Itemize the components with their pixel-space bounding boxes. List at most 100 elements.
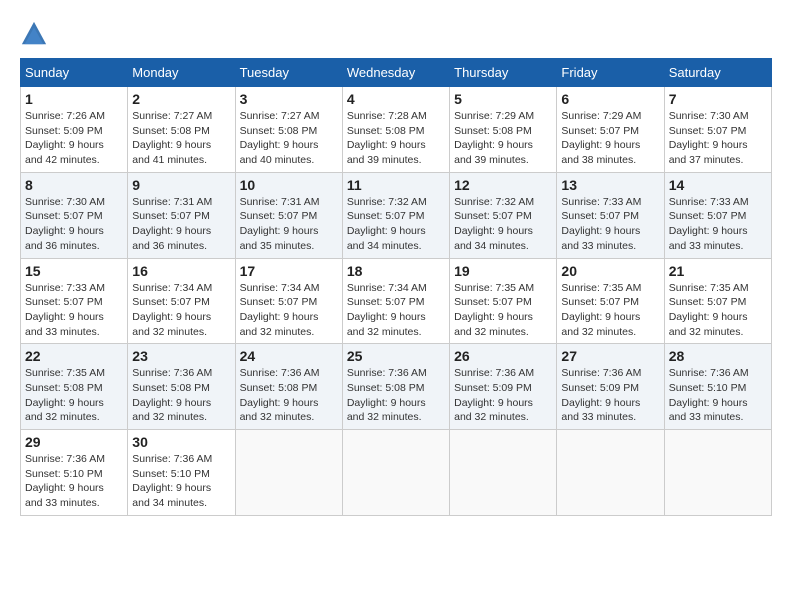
day-info: Sunrise: 7:33 AMSunset: 5:07 PMDaylight:…	[561, 195, 659, 254]
empty-cell	[557, 430, 664, 516]
empty-cell	[664, 430, 771, 516]
day-number: 17	[240, 263, 338, 279]
day-number: 20	[561, 263, 659, 279]
day-info: Sunrise: 7:36 AMSunset: 5:09 PMDaylight:…	[561, 366, 659, 425]
day-number: 29	[25, 434, 123, 450]
day-info: Sunrise: 7:32 AMSunset: 5:07 PMDaylight:…	[454, 195, 552, 254]
day-info: Sunrise: 7:33 AMSunset: 5:07 PMDaylight:…	[25, 281, 123, 340]
day-number: 27	[561, 348, 659, 364]
calendar-week-row: 22 Sunrise: 7:35 AMSunset: 5:08 PMDayligh…	[21, 344, 772, 430]
calendar-day-cell: 9 Sunrise: 7:31 AMSunset: 5:07 PMDaylight…	[128, 172, 235, 258]
day-number: 4	[347, 91, 445, 107]
calendar-day-cell: 14 Sunrise: 7:33 AMSunset: 5:07 PMDayligh…	[664, 172, 771, 258]
day-info: Sunrise: 7:36 AMSunset: 5:08 PMDaylight:…	[240, 366, 338, 425]
day-number: 12	[454, 177, 552, 193]
calendar-day-cell: 16 Sunrise: 7:34 AMSunset: 5:07 PMDayligh…	[128, 258, 235, 344]
day-info: Sunrise: 7:36 AMSunset: 5:10 PMDaylight:…	[669, 366, 767, 425]
calendar-day-cell: 11 Sunrise: 7:32 AMSunset: 5:07 PMDayligh…	[342, 172, 449, 258]
col-header-wednesday: Wednesday	[342, 59, 449, 87]
calendar-table: SundayMondayTuesdayWednesdayThursdayFrid…	[20, 58, 772, 516]
day-info: Sunrise: 7:35 AMSunset: 5:08 PMDaylight:…	[25, 366, 123, 425]
day-info: Sunrise: 7:31 AMSunset: 5:07 PMDaylight:…	[240, 195, 338, 254]
day-number: 9	[132, 177, 230, 193]
day-info: Sunrise: 7:36 AMSunset: 5:08 PMDaylight:…	[132, 366, 230, 425]
day-number: 14	[669, 177, 767, 193]
day-number: 5	[454, 91, 552, 107]
calendar-day-cell: 2Sunrise: 7:27 AMSunset: 5:08 PMDaylight…	[128, 87, 235, 173]
calendar-day-cell: 17 Sunrise: 7:34 AMSunset: 5:07 PMDayligh…	[235, 258, 342, 344]
day-number: 11	[347, 177, 445, 193]
col-header-friday: Friday	[557, 59, 664, 87]
day-info: Sunrise: 7:30 AMSunset: 5:07 PMDaylight:…	[669, 109, 767, 168]
calendar-week-row: 1 Sunrise: 7:26 AMSunset: 5:09 PMDaylight…	[21, 87, 772, 173]
day-number: 16	[132, 263, 230, 279]
day-number: 22	[25, 348, 123, 364]
col-header-monday: Monday	[128, 59, 235, 87]
empty-cell	[342, 430, 449, 516]
calendar-day-cell: 25 Sunrise: 7:36 AMSunset: 5:08 PMDayligh…	[342, 344, 449, 430]
calendar-day-cell: 15 Sunrise: 7:33 AMSunset: 5:07 PMDayligh…	[21, 258, 128, 344]
day-number: 25	[347, 348, 445, 364]
calendar-header-row: SundayMondayTuesdayWednesdayThursdayFrid…	[21, 59, 772, 87]
calendar-day-cell: 13 Sunrise: 7:33 AMSunset: 5:07 PMDayligh…	[557, 172, 664, 258]
day-info: Sunrise: 7:36 AMSunset: 5:10 PMDaylight:…	[25, 452, 123, 511]
calendar-day-cell: 6 Sunrise: 7:29 AMSunset: 5:07 PMDaylight…	[557, 87, 664, 173]
day-number: 3	[240, 91, 338, 107]
calendar-day-cell: 29 Sunrise: 7:36 AMSunset: 5:10 PMDayligh…	[21, 430, 128, 516]
day-info: Sunrise: 7:34 AMSunset: 5:07 PMDaylight:…	[347, 281, 445, 340]
calendar-week-row: 15 Sunrise: 7:33 AMSunset: 5:07 PMDayligh…	[21, 258, 772, 344]
calendar-day-cell: 24Sunrise: 7:36 AMSunset: 5:08 PMDayligh…	[235, 344, 342, 430]
calendar-day-cell: 22 Sunrise: 7:35 AMSunset: 5:08 PMDayligh…	[21, 344, 128, 430]
day-number: 21	[669, 263, 767, 279]
day-number: 19	[454, 263, 552, 279]
day-number: 26	[454, 348, 552, 364]
day-info: Sunrise: 7:36 AMSunset: 5:08 PMDaylight:…	[347, 366, 445, 425]
page-header	[20, 20, 772, 48]
day-info: Sunrise: 7:26 AMSunset: 5:09 PMDaylight:…	[25, 109, 123, 168]
calendar-day-cell: 20Sunrise: 7:35 AMSunset: 5:07 PMDayligh…	[557, 258, 664, 344]
day-info: Sunrise: 7:34 AMSunset: 5:07 PMDaylight:…	[132, 281, 230, 340]
calendar-day-cell: 12 Sunrise: 7:32 AMSunset: 5:07 PMDayligh…	[450, 172, 557, 258]
day-number: 2	[132, 91, 230, 107]
day-number: 23	[132, 348, 230, 364]
calendar-day-cell: 8 Sunrise: 7:30 AMSunset: 5:07 PMDaylight…	[21, 172, 128, 258]
day-info: Sunrise: 7:27 AMSunset: 5:08 PMDaylight:…	[240, 109, 338, 168]
day-info: Sunrise: 7:34 AMSunset: 5:07 PMDaylight:…	[240, 281, 338, 340]
calendar-day-cell: 10 Sunrise: 7:31 AMSunset: 5:07 PMDayligh…	[235, 172, 342, 258]
day-number: 8	[25, 177, 123, 193]
day-number: 10	[240, 177, 338, 193]
col-header-saturday: Saturday	[664, 59, 771, 87]
calendar-day-cell: 1 Sunrise: 7:26 AMSunset: 5:09 PMDaylight…	[21, 87, 128, 173]
day-info: Sunrise: 7:30 AMSunset: 5:07 PMDaylight:…	[25, 195, 123, 254]
day-number: 15	[25, 263, 123, 279]
day-number: 7	[669, 91, 767, 107]
empty-cell	[235, 430, 342, 516]
calendar-day-cell: 7 Sunrise: 7:30 AMSunset: 5:07 PMDaylight…	[664, 87, 771, 173]
col-header-tuesday: Tuesday	[235, 59, 342, 87]
day-info: Sunrise: 7:36 AMSunset: 5:10 PMDaylight:…	[132, 452, 230, 511]
empty-cell	[450, 430, 557, 516]
day-info: Sunrise: 7:32 AMSunset: 5:07 PMDaylight:…	[347, 195, 445, 254]
day-info: Sunrise: 7:29 AMSunset: 5:08 PMDaylight:…	[454, 109, 552, 168]
day-info: Sunrise: 7:33 AMSunset: 5:07 PMDaylight:…	[669, 195, 767, 254]
day-info: Sunrise: 7:35 AMSunset: 5:07 PMDaylight:…	[669, 281, 767, 340]
day-number: 18	[347, 263, 445, 279]
day-number: 28	[669, 348, 767, 364]
logo-icon	[20, 20, 48, 48]
calendar-day-cell: 18 Sunrise: 7:34 AMSunset: 5:07 PMDayligh…	[342, 258, 449, 344]
day-info: Sunrise: 7:36 AMSunset: 5:09 PMDaylight:…	[454, 366, 552, 425]
calendar-day-cell: 26 Sunrise: 7:36 AMSunset: 5:09 PMDayligh…	[450, 344, 557, 430]
day-info: Sunrise: 7:35 AMSunset: 5:07 PMDaylight:…	[454, 281, 552, 340]
day-number: 6	[561, 91, 659, 107]
day-info: Sunrise: 7:28 AMSunset: 5:08 PMDaylight:…	[347, 109, 445, 168]
calendar-day-cell: 23 Sunrise: 7:36 AMSunset: 5:08 PMDayligh…	[128, 344, 235, 430]
calendar-day-cell: 19 Sunrise: 7:35 AMSunset: 5:07 PMDayligh…	[450, 258, 557, 344]
day-number: 13	[561, 177, 659, 193]
calendar-day-cell: 21 Sunrise: 7:35 AMSunset: 5:07 PMDayligh…	[664, 258, 771, 344]
day-number: 1	[25, 91, 123, 107]
logo	[20, 20, 52, 48]
day-info: Sunrise: 7:29 AMSunset: 5:07 PMDaylight:…	[561, 109, 659, 168]
calendar-day-cell: 30Sunrise: 7:36 AMSunset: 5:10 PMDayligh…	[128, 430, 235, 516]
calendar-day-cell: 3 Sunrise: 7:27 AMSunset: 5:08 PMDaylight…	[235, 87, 342, 173]
day-info: Sunrise: 7:31 AMSunset: 5:07 PMDaylight:…	[132, 195, 230, 254]
